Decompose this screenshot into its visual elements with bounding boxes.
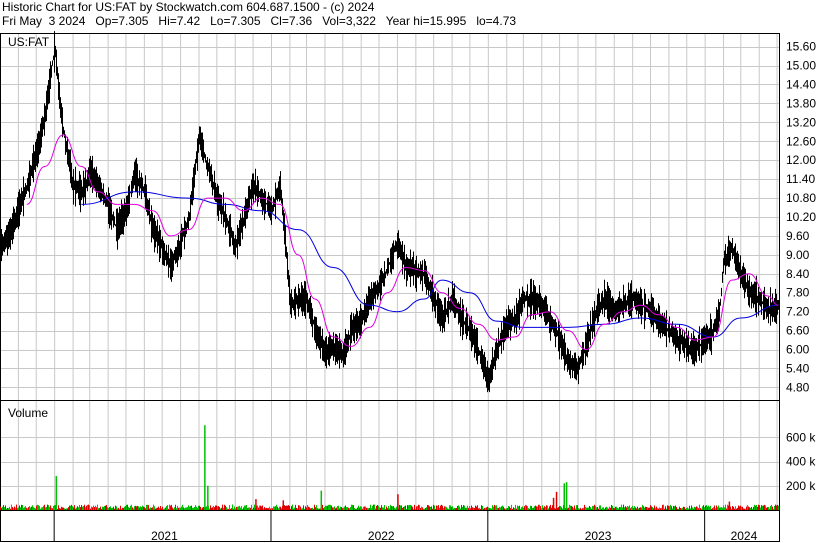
price-y-tick-label: 12.00 — [786, 153, 816, 167]
price-y-tick-label: 15.60 — [786, 40, 816, 54]
price-y-tick-label: 6.60 — [786, 324, 810, 338]
price-lines — [0, 31, 779, 393]
year-label: 2021 — [151, 529, 178, 543]
long-moving-average-series — [81, 191, 779, 338]
volume-y-tick-labels: 600 k 400 k 200 k — [786, 430, 816, 492]
price-y-tick-label: 6.00 — [786, 343, 810, 357]
price-y-tick-label: 7.80 — [786, 286, 810, 300]
price-y-tick-label: 8.40 — [786, 267, 810, 281]
stock-chart-svg: US:FAT Volume 15.6015.0014.4013.8013.201… — [0, 31, 816, 543]
volume-panel-title: Volume — [8, 406, 48, 420]
price-y-tick-label: 12.60 — [786, 134, 816, 148]
symbol-label: US:FAT — [8, 35, 50, 49]
year-label: 2024 — [731, 529, 758, 543]
price-y-tick-label: 4.80 — [786, 380, 810, 394]
price-y-tick-label: 13.20 — [786, 115, 816, 129]
price-y-tick-label: 9.60 — [786, 229, 810, 243]
price-y-tick-label: 14.40 — [786, 77, 816, 91]
chart-root: Historic Chart for US:FAT by Stockwatch.… — [0, 0, 830, 543]
price-y-tick-label: 10.20 — [786, 210, 816, 224]
year-label: 2023 — [585, 529, 612, 543]
price-y-tick-label: 13.80 — [786, 96, 816, 110]
volume-y-tick-label: 600 k — [786, 430, 816, 444]
price-y-tick-label: 11.40 — [786, 172, 815, 186]
volume-y-tick-label: 200 k — [786, 479, 816, 493]
year-label: 2022 — [368, 529, 395, 543]
price-y-tick-label: 15.00 — [786, 59, 816, 73]
volume-panel-frame — [0, 400, 780, 511]
price-y-tick-labels: 15.60 15.00 14.40 13.80 13.20 12.60 12.00 11.40… — [786, 40, 816, 395]
price-y-tick-label: 10.80 — [786, 191, 816, 205]
volume-y-tick-label: 400 k — [786, 455, 816, 469]
price-series — [0, 31, 779, 393]
year-axis: 2021 2022 2023 2024 — [53, 511, 758, 543]
price-y-tick-label: 9.00 — [786, 248, 810, 262]
price-y-tick-label: 5.40 — [786, 361, 810, 375]
price-y-tick-label: 7.20 — [786, 305, 810, 319]
volume-grid — [0, 401, 780, 510]
